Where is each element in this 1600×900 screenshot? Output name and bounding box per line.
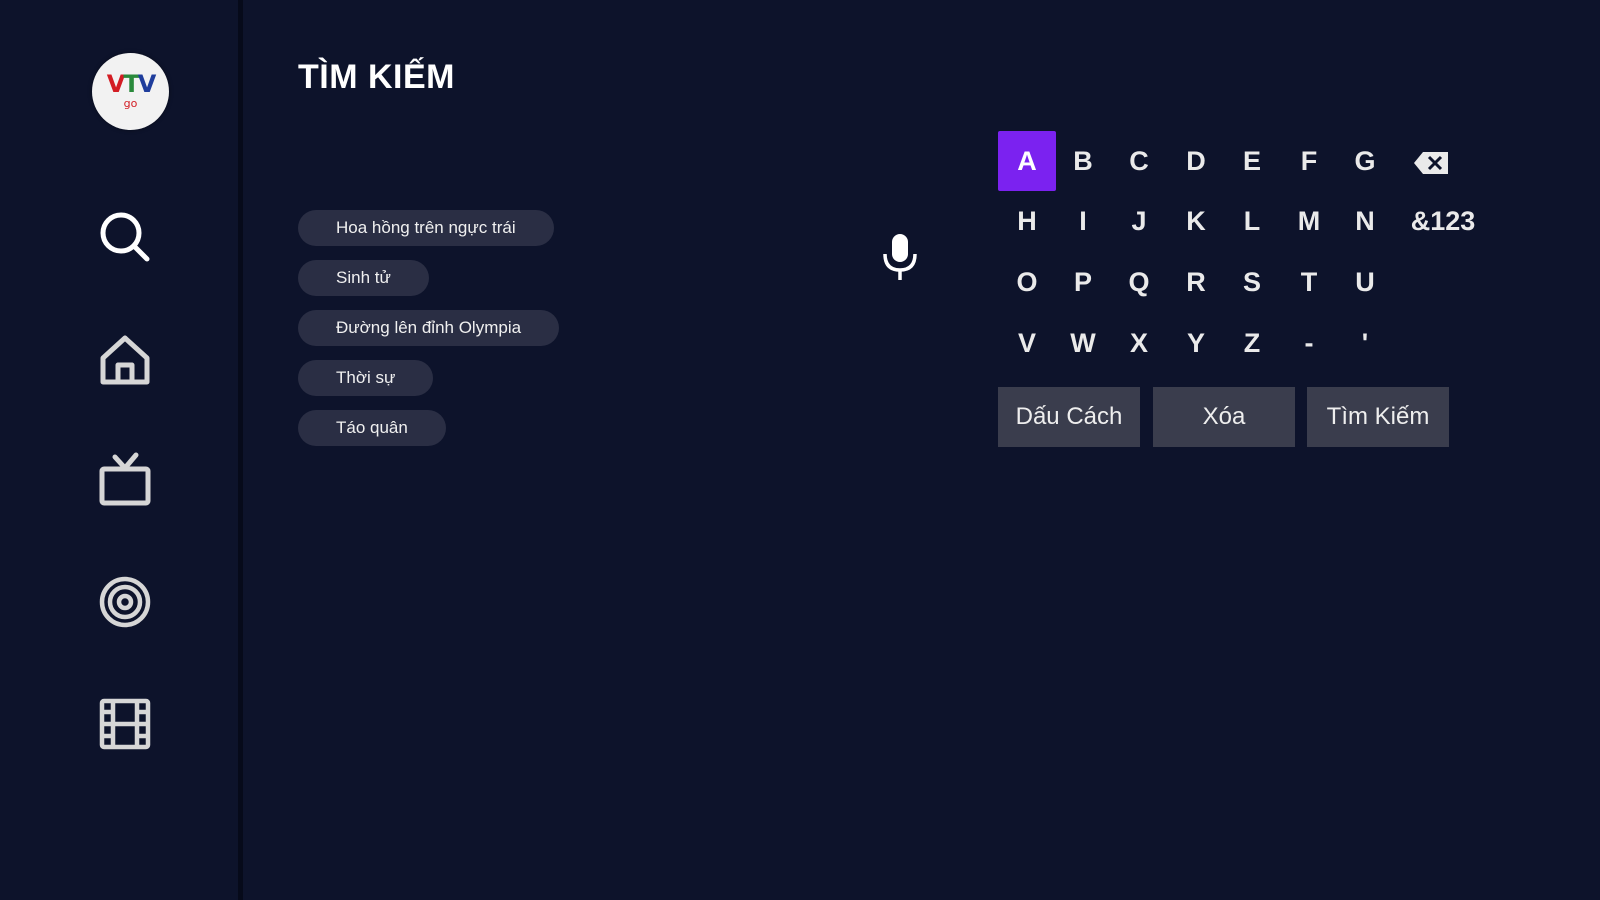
key-f[interactable]: F	[1280, 131, 1338, 191]
suggestion-chip[interactable]: Táo quân	[298, 410, 446, 446]
key-a[interactable]: A	[998, 131, 1056, 191]
home-icon[interactable]	[95, 330, 155, 390]
key-m[interactable]: M	[1280, 191, 1338, 251]
tv-icon[interactable]	[95, 450, 155, 510]
key-o[interactable]: O	[998, 252, 1056, 312]
film-icon[interactable]	[95, 694, 155, 754]
space-button[interactable]: Dấu Cách	[998, 387, 1140, 447]
suggestion-chip[interactable]: Hoa hồng trên ngực trái	[298, 210, 554, 246]
key-r[interactable]: R	[1167, 252, 1225, 312]
key-t[interactable]: T	[1280, 252, 1338, 312]
search-suggestions: Hoa hồng trên ngực trái Sinh tử Đường lê…	[298, 210, 560, 460]
key-hyphen[interactable]: -	[1280, 313, 1338, 373]
key-e[interactable]: E	[1223, 131, 1281, 191]
key-h[interactable]: H	[998, 191, 1056, 251]
key-x[interactable]: X	[1110, 313, 1168, 373]
key-q[interactable]: Q	[1110, 252, 1168, 312]
key-n[interactable]: N	[1336, 191, 1394, 251]
page-title: TÌM KIẾM	[298, 58, 455, 96]
microphone-icon[interactable]	[880, 232, 920, 284]
key-l[interactable]: L	[1223, 191, 1281, 251]
backspace-icon	[1414, 151, 1448, 174]
live-target-icon[interactable]	[95, 572, 155, 632]
key-p[interactable]: P	[1054, 252, 1112, 312]
key-b[interactable]: B	[1054, 131, 1112, 191]
key-apostrophe[interactable]: '	[1336, 313, 1394, 373]
key-i[interactable]: I	[1054, 191, 1112, 251]
key-y[interactable]: Y	[1167, 313, 1225, 373]
on-screen-keyboard: A B C D E F G H I J K L M N &123 O P Q R…	[998, 131, 1518, 461]
key-w[interactable]: W	[1054, 313, 1112, 373]
suggestion-chip[interactable]: Sinh tử	[298, 260, 429, 296]
key-k[interactable]: K	[1167, 191, 1225, 251]
search-button[interactable]: Tìm Kiếm	[1307, 387, 1449, 447]
key-u[interactable]: U	[1336, 252, 1394, 312]
suggestion-chip[interactable]: Thời sự	[298, 360, 434, 396]
backspace-key[interactable]	[1402, 131, 1460, 191]
key-d[interactable]: D	[1167, 131, 1225, 191]
key-v[interactable]: V	[998, 313, 1056, 373]
sidebar: VTV go	[0, 0, 243, 900]
key-j[interactable]: J	[1110, 191, 1168, 251]
suggestion-chip[interactable]: Đường lên đỉnh Olympia	[298, 310, 560, 346]
symbols-key[interactable]: &123	[1398, 191, 1488, 251]
key-s[interactable]: S	[1223, 252, 1281, 312]
key-g[interactable]: G	[1336, 131, 1394, 191]
delete-button[interactable]: Xóa	[1153, 387, 1295, 447]
key-c[interactable]: C	[1110, 131, 1168, 191]
key-z[interactable]: Z	[1223, 313, 1281, 373]
search-icon[interactable]	[95, 207, 155, 267]
vtv-go-logo: VTV go	[92, 53, 169, 130]
